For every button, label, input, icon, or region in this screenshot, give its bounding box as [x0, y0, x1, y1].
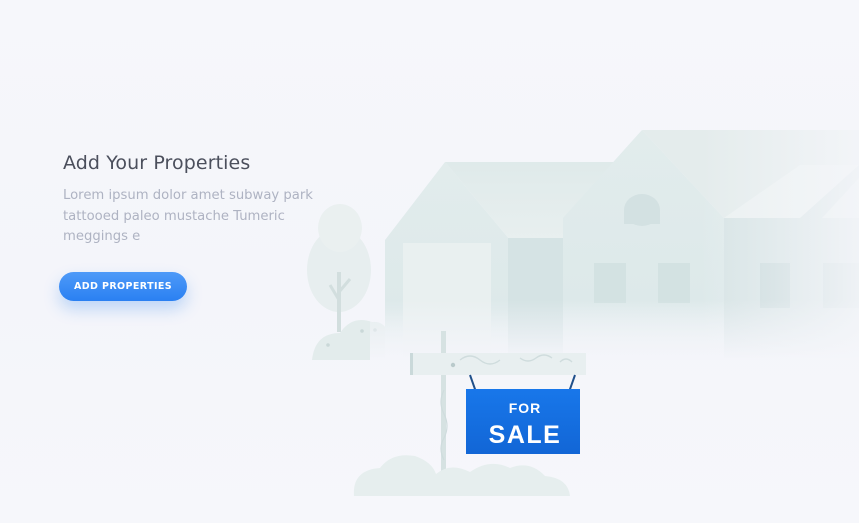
- house: [370, 120, 859, 360]
- hero-description: Lorem ipsum dolor amet subway park tatto…: [63, 188, 313, 244]
- sign-text-for: FOR: [509, 400, 542, 416]
- sign-text-sale: SALE: [489, 421, 562, 449]
- bush-bottom: [353, 455, 570, 496]
- house-for-sale-illustration: FOR SALE: [307, 120, 859, 496]
- for-sale-sign: FOR SALE: [466, 374, 580, 454]
- hero-section: FOR SALE Add Your Properties Lorem ipsum…: [0, 0, 859, 523]
- add-properties-button[interactable]: ADD PROPERTIES: [59, 272, 187, 301]
- page-title: Add Your Properties: [63, 152, 251, 174]
- hero-text-block: Add Your Properties Lorem ipsum dolor am…: [63, 150, 333, 248]
